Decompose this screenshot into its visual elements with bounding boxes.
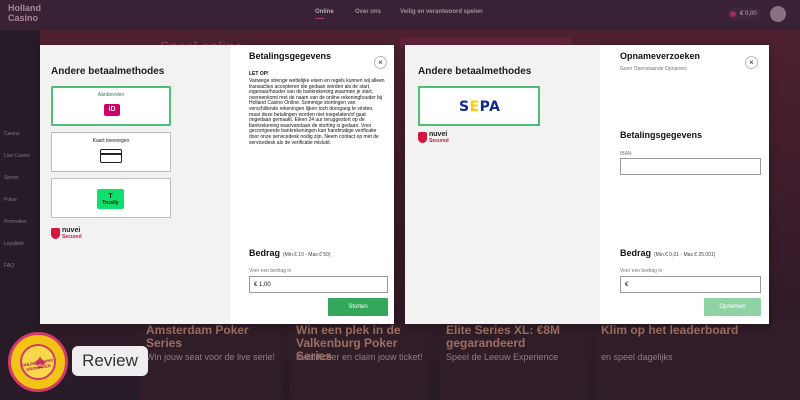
method-caption: Kaart toevoegen bbox=[92, 138, 130, 144]
shield-icon bbox=[418, 132, 427, 143]
method-trustly[interactable]: T Trustly bbox=[51, 178, 171, 218]
amount-label: Voer een bedrag in bbox=[249, 268, 292, 274]
iban-input[interactable] bbox=[620, 158, 761, 175]
ideal-logo-icon: iD bbox=[104, 104, 120, 116]
trustly-logo-text: Trustly bbox=[102, 200, 119, 206]
modal-title: Opnameverzoeken bbox=[620, 51, 701, 61]
payment-methods-pane: Andere betaalmethodes Aanbevolen iD Kaar… bbox=[40, 45, 230, 324]
iban-label: IBAN bbox=[620, 151, 632, 157]
method-sepa[interactable]: SEPA bbox=[418, 86, 540, 126]
amount-title: Bedrag (Min.€ 10 - Max.€ 50) bbox=[249, 248, 331, 258]
method-ideal[interactable]: Aanbevolen iD bbox=[51, 86, 171, 126]
sepa-logo-icon: SEPA bbox=[459, 99, 501, 115]
modal-title: Betalingsgegevens bbox=[249, 51, 332, 61]
amount-title-text: Bedrag bbox=[249, 248, 281, 258]
review-label: Review bbox=[72, 346, 148, 376]
withdraw-button[interactable]: Opnemen bbox=[704, 298, 761, 316]
withdraw-modal: Andere betaalmethodes SEPA nuvei Secured… bbox=[405, 45, 769, 324]
amount-input[interactable]: € 1,00 bbox=[249, 276, 388, 293]
amount-label: Voer een bedrag in bbox=[620, 268, 663, 274]
modal-subtitle: Geen Openstaande Opnames bbox=[620, 66, 687, 72]
notice-body: Vanwege strenge wettelijke eisen en rege… bbox=[249, 78, 385, 146]
withdraw-methods-pane: Andere betaalmethodes SEPA nuvei Secured bbox=[405, 45, 600, 324]
nuvei-secured-text: Secured bbox=[62, 234, 82, 240]
notice-title: LET OP! bbox=[249, 71, 269, 77]
amount-title: Bedrag (Min.€ 0,01 - Max.€ 25.001) bbox=[620, 248, 715, 258]
nuvei-secured-text: Secured bbox=[429, 138, 449, 144]
nuvei-word: nuvei bbox=[429, 131, 448, 138]
trustly-logo-icon: T Trustly bbox=[97, 189, 124, 209]
amount-range: (Min.€ 0,01 - Max.€ 25.001) bbox=[654, 252, 716, 258]
nuvei-word: nuvei bbox=[62, 227, 81, 234]
deposit-button[interactable]: Storten bbox=[328, 298, 388, 316]
casino-seal-logo: ♠ ONLINE CASINO GRONINGEN bbox=[8, 332, 68, 392]
methods-heading: Andere betaalmethodes bbox=[418, 66, 532, 77]
method-caption: Aanbevolen bbox=[97, 92, 125, 98]
amount-title-text: Bedrag bbox=[620, 248, 652, 258]
method-card[interactable]: Kaart toevoegen bbox=[51, 132, 171, 172]
payment-details-title: Betalingsgegevens bbox=[620, 130, 703, 140]
methods-heading: Andere betaalmethodes bbox=[51, 66, 165, 77]
deposit-modal: Andere betaalmethodes Aanbevolen iD Kaar… bbox=[40, 45, 394, 324]
close-icon[interactable]: × bbox=[374, 56, 387, 69]
close-icon[interactable]: × bbox=[745, 56, 758, 69]
amount-range: (Min.€ 10 - Max.€ 50) bbox=[283, 252, 331, 258]
amount-input[interactable]: € bbox=[620, 276, 761, 293]
shield-icon bbox=[51, 228, 60, 239]
withdraw-details-pane: Opnameverzoeken Geen Openstaande Opnames… bbox=[600, 45, 769, 324]
deposit-details-pane: Betalingsgegevens × LET OP! Vanwege stre… bbox=[230, 45, 394, 324]
credit-card-icon bbox=[100, 149, 122, 163]
